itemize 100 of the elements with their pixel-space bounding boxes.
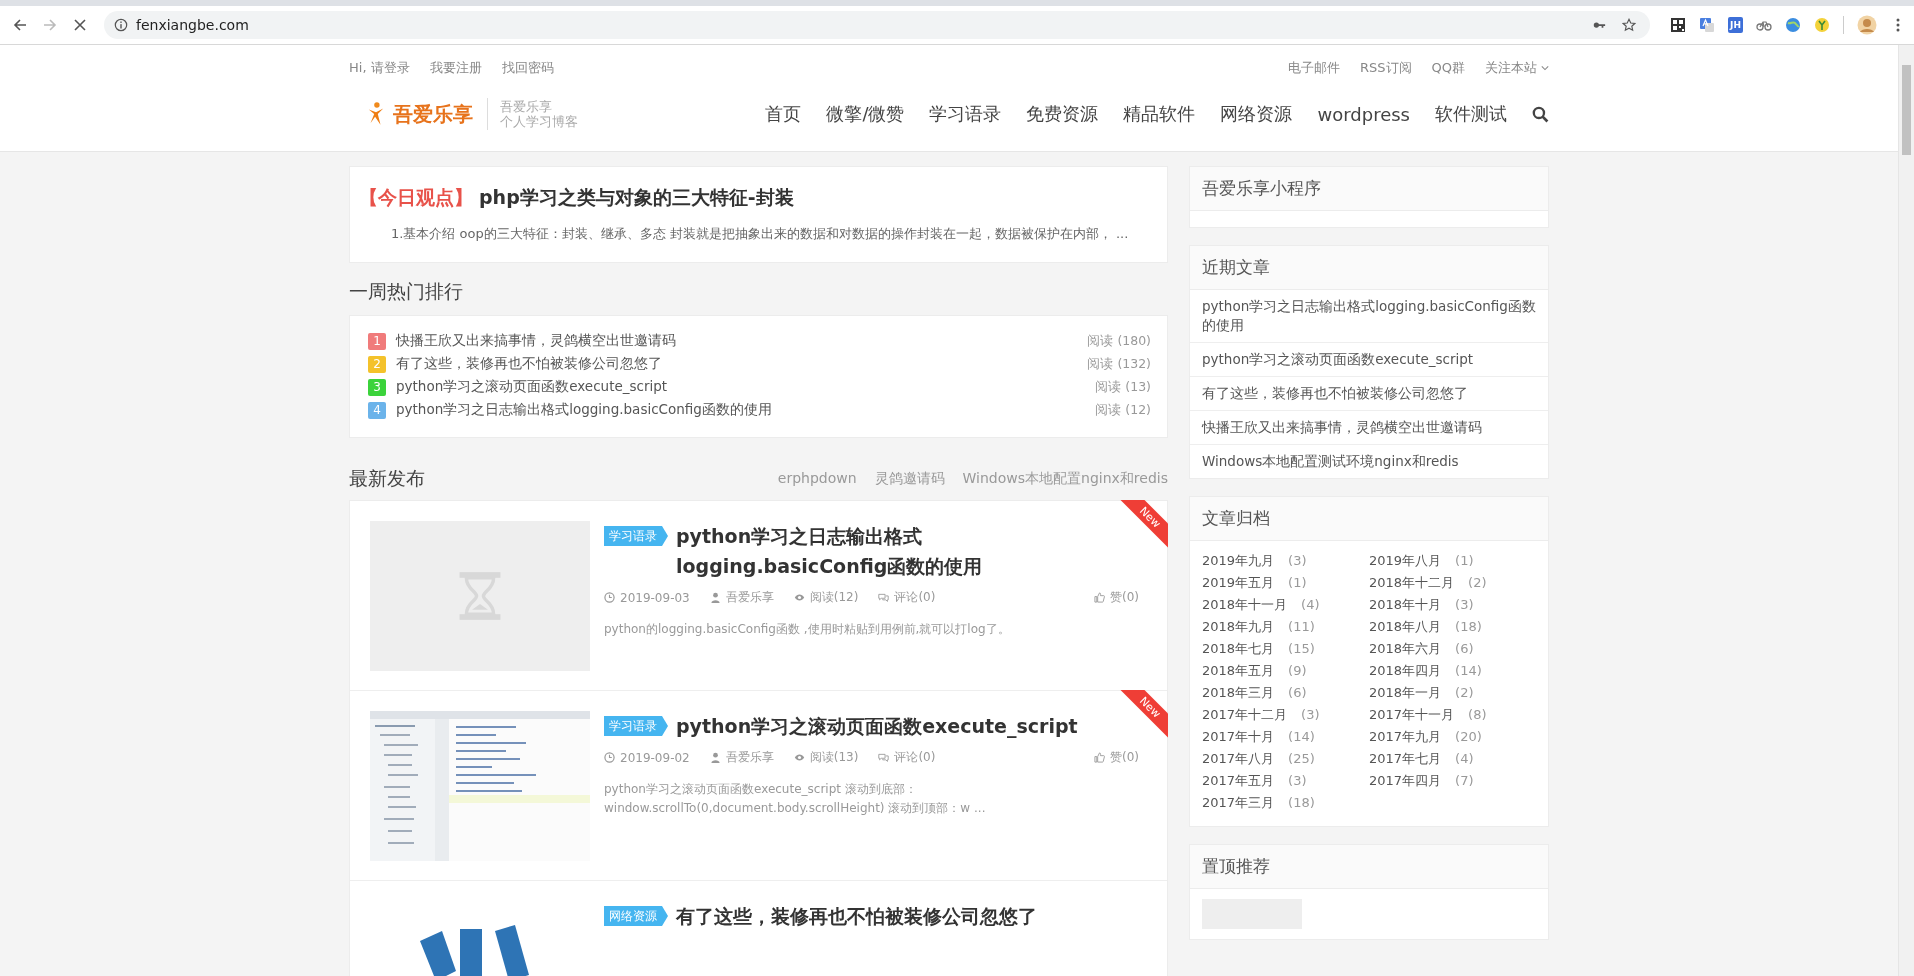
recent-post-link[interactable]: python学习之日志输出格式logging.basicConfig函数的使用 — [1190, 290, 1548, 343]
top-link[interactable]: 我要注册 — [429, 59, 482, 77]
ranking-link[interactable]: python学习之日志输出格式logging.basicConfig函数的使用 — [396, 401, 1086, 419]
archive-count: (3) — [1455, 596, 1474, 614]
read-count: 阅读 (180) — [1087, 332, 1151, 350]
archive-count: (18) — [1288, 794, 1315, 812]
archive-link[interactable]: 2018年十月 — [1369, 595, 1442, 614]
archive-link[interactable]: 2019年九月 — [1202, 551, 1275, 570]
archive-link[interactable]: 2019年八月 — [1369, 551, 1442, 570]
search-icon[interactable] — [1532, 105, 1549, 123]
archive-count: (20) — [1455, 728, 1482, 746]
archive-count: (6) — [1288, 684, 1307, 702]
archive-count: (4) — [1455, 750, 1474, 768]
archive-link[interactable]: 2019年五月 — [1202, 573, 1275, 592]
user-icon — [709, 752, 721, 763]
ranking-link[interactable]: 有了这些，装修再也不怕被装修公司忽悠了 — [396, 355, 1078, 373]
widget-title: 近期文章 — [1190, 246, 1548, 290]
nav-link[interactable]: 软件测试 — [1435, 102, 1507, 126]
tagline: 个人学习博客 — [500, 114, 578, 129]
archive-count: (11) — [1288, 618, 1315, 636]
post-date: 2019-09-03 — [620, 590, 690, 605]
widget-title: 文章归档 — [1190, 497, 1548, 541]
archive-link[interactable]: 2018年三月 — [1202, 683, 1275, 702]
archive-link[interactable]: 2017年十月 — [1202, 727, 1275, 746]
archive-link[interactable]: 2018年四月 — [1369, 661, 1442, 680]
view-count: 阅读(12) — [809, 589, 859, 606]
nav-link[interactable]: 首页 — [765, 102, 802, 126]
thumbnail-placeholder[interactable] — [370, 521, 590, 671]
nav-link[interactable]: 微擎/微赞 — [826, 102, 905, 126]
archive-link[interactable]: 2018年六月 — [1369, 639, 1442, 658]
recent-post-link[interactable]: 有了这些，装修再也不怕被装修公司忽悠了 — [1190, 377, 1548, 411]
archive-link[interactable]: 2017年十二月 — [1202, 705, 1288, 724]
scrollbar[interactable] — [1898, 45, 1914, 976]
top-link[interactable]: 关注本站 — [1485, 59, 1549, 77]
thumbs-up-icon — [1094, 752, 1105, 763]
eye-icon — [793, 592, 805, 603]
archive-count: (6) — [1455, 640, 1474, 658]
rank-badge: 4 — [368, 401, 386, 419]
top-link[interactable]: Hi, 请登录 — [349, 59, 410, 77]
rank-badge: 3 — [368, 378, 386, 396]
ranking-link[interactable]: 快播王欣又出来搞事情，灵鸽横空出世邀请码 — [396, 332, 1078, 350]
recent-post-link[interactable]: Windows本地配置测试环境nginx和redis — [1190, 445, 1548, 478]
archive-link[interactable]: 2017年十一月 — [1369, 705, 1455, 724]
eye-icon — [793, 752, 805, 763]
archive-count: (3) — [1301, 706, 1320, 724]
archive-count: (8) — [1468, 706, 1487, 724]
archive-link[interactable]: 2017年三月 — [1202, 793, 1275, 812]
qr-code-icon[interactable] — [1670, 17, 1687, 33]
widget-title: 吾爱乐享小程序 — [1190, 167, 1548, 211]
archive-count: (4) — [1301, 596, 1320, 614]
section-title: 一周热门排行 — [349, 279, 464, 304]
article-title[interactable]: php学习之类与对象的三大特征-封装 — [479, 185, 794, 211]
ranking-link[interactable]: python学习之滚动页面函数execute_script — [396, 378, 1086, 396]
widget-title: 置顶推荐 — [1190, 845, 1548, 889]
article-excerpt: 1.基本介绍 oop的三大特征：封装、继承、多态 封装就是把抽象出来的数据和对数据的操作封装在一起，数据被保护在内部， ... — [390, 225, 1130, 243]
globe-icon[interactable] — [1785, 17, 1801, 33]
nav-link[interactable]: 免费资源 — [1026, 102, 1099, 126]
nav-link[interactable]: 学习语录 — [929, 102, 1002, 126]
fork-circle-icon[interactable] — [1814, 17, 1830, 33]
avatar-icon[interactable] — [1857, 15, 1877, 35]
archive-link[interactable]: 2018年十二月 — [1369, 573, 1455, 592]
archive-link[interactable]: 2018年十一月 — [1202, 595, 1288, 614]
archive-link[interactable]: 2018年九月 — [1202, 617, 1275, 636]
address-bar[interactable]: fenxiangbe.com — [104, 11, 1651, 39]
nav-link[interactable]: 精品软件 — [1123, 102, 1196, 126]
archive-count: (2) — [1455, 684, 1474, 702]
post-excerpt: python的logging.basicConfig函数 ,使用时粘贴到用例前,就可以打log了。 — [604, 621, 1011, 638]
archive-link[interactable]: 2017年七月 — [1369, 749, 1442, 768]
archive-count: (2) — [1468, 574, 1487, 592]
archive-link[interactable]: 2018年一月 — [1369, 683, 1442, 702]
top-link[interactable]: 电子邮件 — [1288, 59, 1340, 77]
read-count: 阅读 (132) — [1087, 355, 1151, 373]
nav-link[interactable]: 网络资源 — [1220, 102, 1293, 126]
user-icon — [709, 592, 721, 603]
archive-count: (18) — [1455, 618, 1482, 636]
recent-post-link[interactable]: python学习之滚动页面函数execute_script — [1190, 343, 1548, 377]
thumbs-up-icon — [1094, 592, 1105, 603]
post-title[interactable]: python学习之滚动页面函数execute_script — [676, 711, 1078, 741]
top-link[interactable]: RSS订阅 — [1360, 59, 1412, 77]
archive-link[interactable]: 2017年五月 — [1202, 771, 1275, 790]
post-title[interactable]: 有了这些，装修再也不怕被装修公司忽悠了 — [676, 901, 1037, 931]
archive-link[interactable]: 2017年八月 — [1202, 749, 1275, 768]
translate-icon[interactable] — [1699, 17, 1716, 33]
comments-icon — [878, 592, 890, 603]
archive-link[interactable]: 2018年八月 — [1369, 617, 1442, 636]
archive-link[interactable]: 2018年七月 — [1202, 639, 1275, 658]
info-icon[interactable] — [114, 18, 128, 32]
top-link[interactable]: 找回密码 — [501, 59, 554, 77]
archive-count: (1) — [1455, 552, 1474, 570]
scrollbar-thumb[interactable] — [1902, 65, 1911, 155]
top-link[interactable]: QQ群 — [1431, 59, 1465, 77]
archive-link[interactable]: 2017年九月 — [1369, 727, 1442, 746]
recent-post-link[interactable]: 快播王欣又出来搞事情，灵鸽横空出世邀请码 — [1190, 411, 1548, 445]
nav-link[interactable]: wordpress — [1317, 103, 1410, 125]
archive-count: (3) — [1288, 552, 1307, 570]
clock-icon — [604, 752, 615, 763]
archive-link[interactable]: 2018年五月 — [1202, 661, 1275, 680]
archive-link[interactable]: 2017年四月 — [1369, 771, 1442, 790]
extension-button[interactable]: JH — [1728, 17, 1743, 33]
clock-icon — [604, 592, 615, 603]
